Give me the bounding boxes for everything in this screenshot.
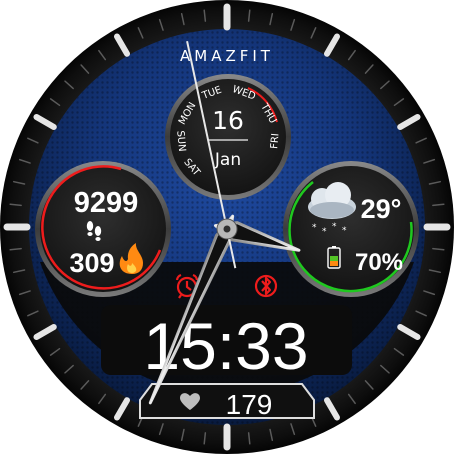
battery-percent: 70% bbox=[355, 249, 403, 276]
heart-rate-value: 179 bbox=[226, 389, 273, 420]
watch-face: AMAZFIT SATSUNMONTUE WEDTHUFRI 16 Jan 929… bbox=[0, 0, 454, 454]
activity-subdial: 9299 309 bbox=[35, 161, 171, 297]
steps-value: 9299 bbox=[74, 187, 139, 219]
svg-text:*: * bbox=[312, 223, 317, 233]
calories-value: 309 bbox=[69, 248, 114, 278]
weather-subdial: * * * * 29° 70% bbox=[283, 161, 419, 297]
brand-logo: AMAZFIT bbox=[180, 47, 274, 65]
date-day: 16 bbox=[212, 106, 244, 135]
date-month: Jan bbox=[214, 150, 241, 170]
date-subdial: SATSUNMONTUE WEDTHUFRI 16 Jan bbox=[165, 74, 291, 200]
weekday-sun: SUN bbox=[174, 130, 187, 152]
temperature-value: 29° bbox=[361, 194, 402, 224]
weekday-fri: FRI bbox=[269, 133, 281, 150]
svg-text:*: * bbox=[332, 222, 337, 232]
digital-time: 15:33 bbox=[143, 309, 308, 383]
hands-hub-center bbox=[223, 225, 231, 233]
svg-text:*: * bbox=[322, 227, 327, 237]
svg-text:*: * bbox=[342, 226, 347, 236]
